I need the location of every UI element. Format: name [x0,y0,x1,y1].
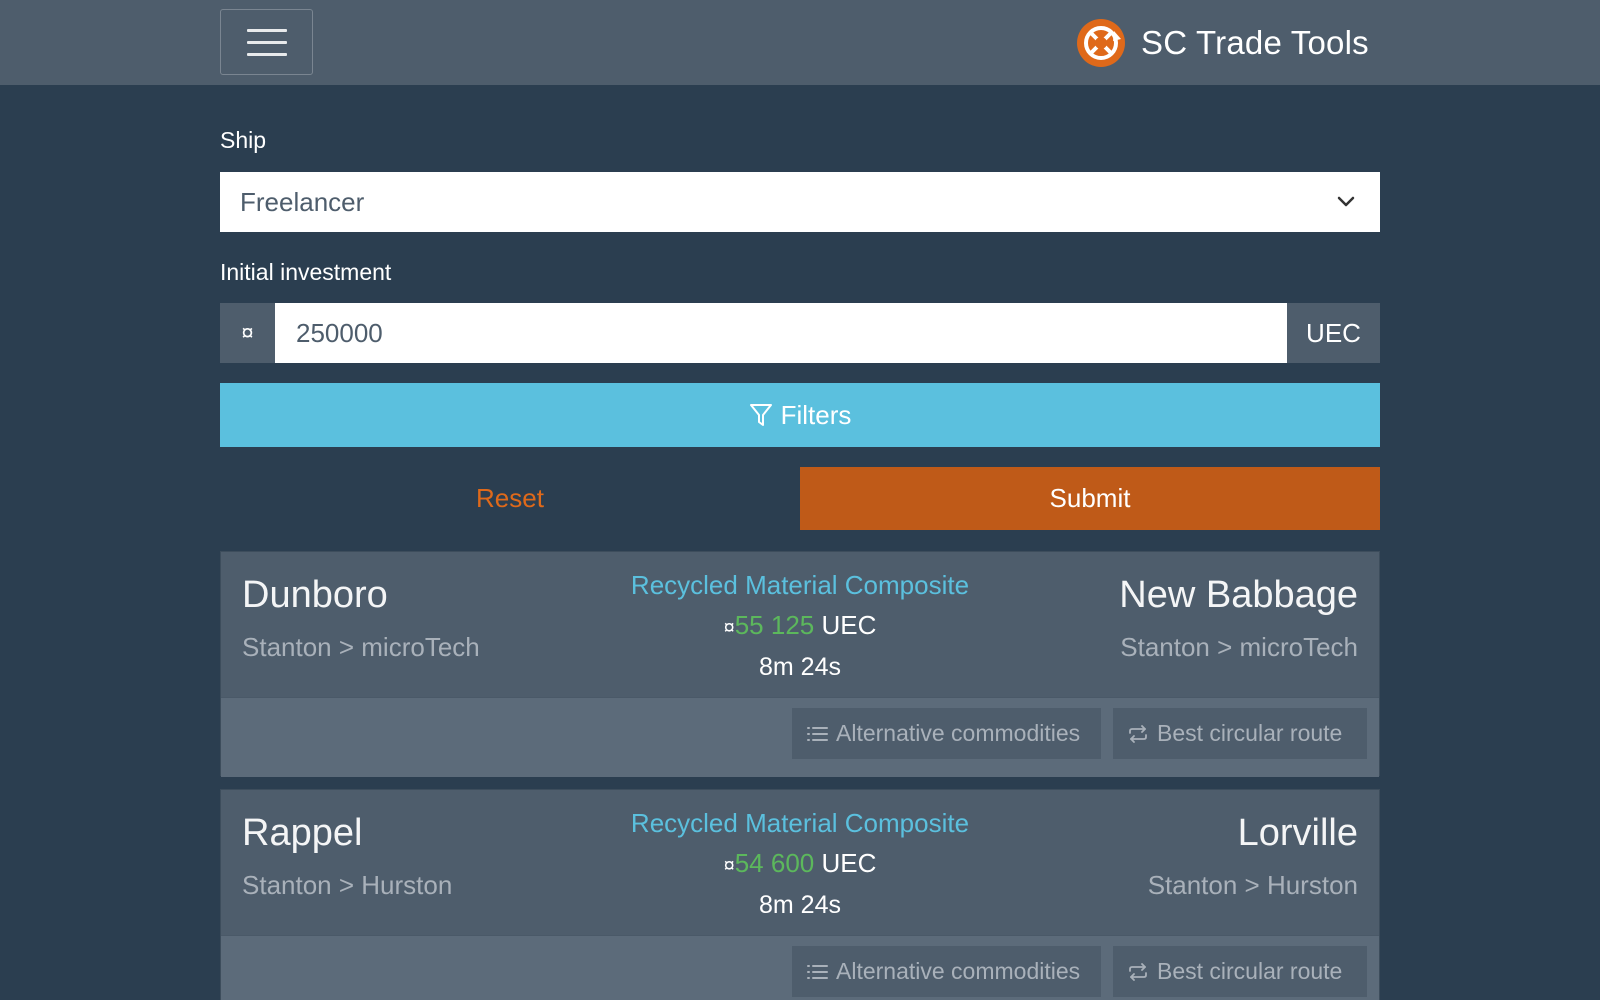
repeat-icon [1129,962,1147,981]
filters-label: Filters [780,399,852,430]
list-icon [807,726,828,741]
destination-path: Stanton > Hurston [1147,870,1358,900]
route-card-body: Rappel Stanton > Hurston Recycled Materi… [221,790,1379,935]
destination-name: New Babbage [1119,574,1358,616]
origin-path: Stanton > microTech [242,632,480,662]
alternative-commodities-label: Alternative commodities [836,958,1081,984]
filters-button[interactable]: Filters [220,383,1380,447]
investment-input[interactable]: 250000 [275,303,1287,363]
best-circular-route-label: Best circular route [1157,958,1343,984]
ship-select-value: Freelancer [240,186,365,217]
profit-unit: UEC [821,848,877,878]
destination-name: Lorville [1237,812,1358,854]
route-card-body: Dunboro Stanton > microTech Recycled Mat… [221,552,1379,697]
ship-label: Ship [220,127,267,153]
chevron-down-icon [1337,196,1355,207]
route-card-footer: Alternative commodities Best circular ro… [221,935,1379,1000]
reset-button[interactable]: Reset [220,467,800,530]
destination-path: Stanton > microTech [1120,632,1358,662]
profit-value: 55 125 [734,610,815,640]
repeat-icon [1129,724,1147,743]
currency-symbol: ¤ [723,855,735,877]
menu-toggle-button[interactable] [220,9,313,75]
filter-icon [749,404,772,426]
submit-button[interactable]: Submit [800,467,1380,530]
currency-symbol: ¤ [220,303,275,363]
alternative-commodities-label: Alternative commodities [836,720,1081,746]
ship-select[interactable]: Freelancer [220,172,1380,232]
best-circular-route-label: Best circular route [1157,720,1343,746]
route-summary: Recycled Material Composite ¤54 600 UEC … [221,806,1379,921]
hamburger-icon-bar [246,40,287,44]
alternative-commodities-button[interactable]: Alternative commodities [792,708,1101,759]
brand-title: SC Trade Tools [1141,24,1369,61]
commodity-link[interactable]: Recycled Material Composite [221,806,1379,840]
investment-label: Initial investment [220,259,392,285]
profit-value: 54 600 [734,848,815,878]
route-card: Dunboro Stanton > microTech Recycled Mat… [220,551,1380,777]
brand-link[interactable]: SC Trade Tools [1075,17,1369,69]
list-icon [807,964,828,979]
profit-unit: UEC [821,610,877,640]
best-circular-route-button[interactable]: Best circular route [1113,708,1367,759]
alternative-commodities-button[interactable]: Alternative commodities [792,946,1101,997]
navbar: SC Trade Tools [0,0,1600,85]
currency-symbol: ¤ [723,617,735,639]
sc-trade-tools-logo-icon [1077,19,1125,67]
investment-input-group: ¤ 250000 UEC [220,303,1380,363]
hamburger-icon-bar [246,28,287,32]
currency-unit: UEC [1287,303,1380,363]
route-card: Rappel Stanton > Hurston Recycled Materi… [220,789,1380,1000]
origin-path: Stanton > Hurston [242,870,453,900]
hamburger-icon-bar [246,52,287,56]
best-circular-route-button[interactable]: Best circular route [1113,946,1367,997]
route-card-footer: Alternative commodities Best circular ro… [221,697,1379,777]
